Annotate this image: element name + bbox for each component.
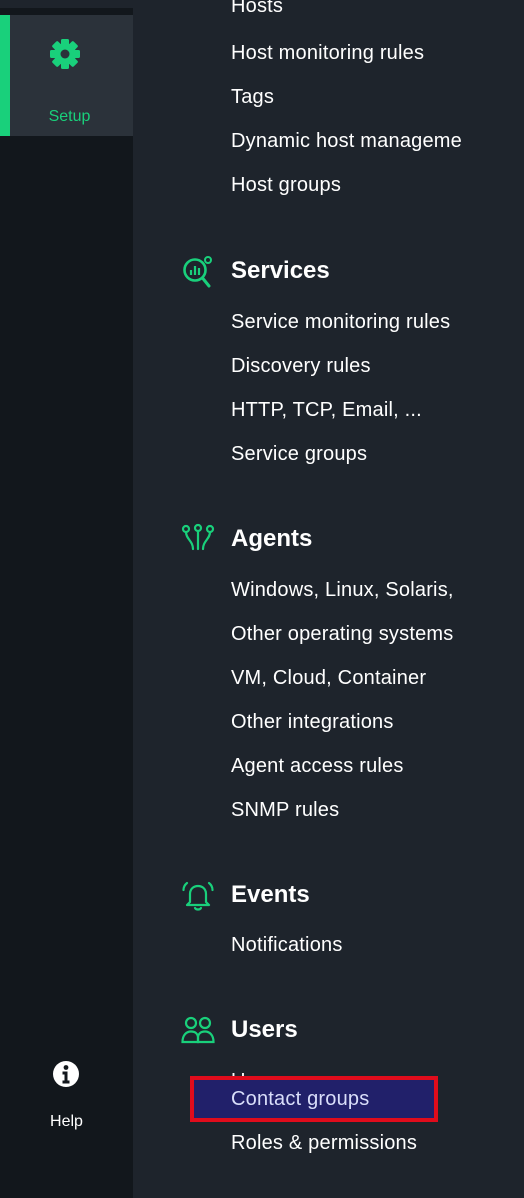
menu-item-tags[interactable]: Tags xyxy=(231,86,274,109)
menu-item-contact-groups[interactable]: Contact groups xyxy=(231,1088,369,1111)
menu-item-http-tcp-email[interactable]: HTTP, TCP, Email, ... xyxy=(231,399,422,422)
menu-item-windows-linux-solaris[interactable]: Windows, Linux, Solaris, xyxy=(231,579,454,602)
info-icon xyxy=(53,1061,79,1087)
main-sidebar: Setup Help xyxy=(0,0,133,1198)
sidebar-label-setup: Setup xyxy=(48,108,91,125)
menu-item-service-monitoring-rules[interactable]: Service monitoring rules xyxy=(231,311,450,334)
menu-item-host-monitoring-rules[interactable]: Host monitoring rules xyxy=(231,42,424,65)
menu-item-agent-access-rules[interactable]: Agent access rules xyxy=(231,755,404,778)
menu-item-snmp-rules[interactable]: SNMP rules xyxy=(231,799,339,822)
agents-icon xyxy=(181,523,215,551)
menu-item-other-operating-systems[interactable]: Other operating systems xyxy=(231,623,453,646)
section-title-events: Events xyxy=(231,881,310,908)
sidebar-item-help[interactable]: Help xyxy=(0,1050,133,1198)
services-magnifier-icon xyxy=(183,256,212,288)
menu-item-discovery-rules[interactable]: Discovery rules xyxy=(231,355,371,378)
section-title-services: Services xyxy=(231,257,330,284)
menu-item-service-groups[interactable]: Service groups xyxy=(231,443,367,466)
menu-item-hosts[interactable]: Hosts xyxy=(231,0,283,18)
menu-item-vm-cloud-container[interactable]: VM, Cloud, Container xyxy=(231,667,426,690)
section-title-users: Users xyxy=(231,1016,298,1043)
sidebar-item-setup[interactable]: Setup xyxy=(0,15,133,136)
gear-icon xyxy=(50,39,80,69)
menu-item-roles-permissions[interactable]: Roles & permissions xyxy=(231,1132,417,1155)
users-icon xyxy=(181,1016,215,1044)
menu-item-notifications[interactable]: Notifications xyxy=(231,934,343,957)
bell-icon xyxy=(182,881,214,911)
menu-item-other-integrations[interactable]: Other integrations xyxy=(231,711,394,734)
menu-item-dynamic-host-management[interactable]: Dynamic host manageme xyxy=(231,130,462,153)
sidebar-top-edge xyxy=(0,0,133,8)
menu-item-host-groups[interactable]: Host groups xyxy=(231,174,341,197)
sidebar-label-help: Help xyxy=(50,1113,83,1130)
section-title-agents: Agents xyxy=(231,525,313,552)
setup-menu-panel: Hosts Host monitoring rules Tags Dynamic… xyxy=(133,0,524,1198)
